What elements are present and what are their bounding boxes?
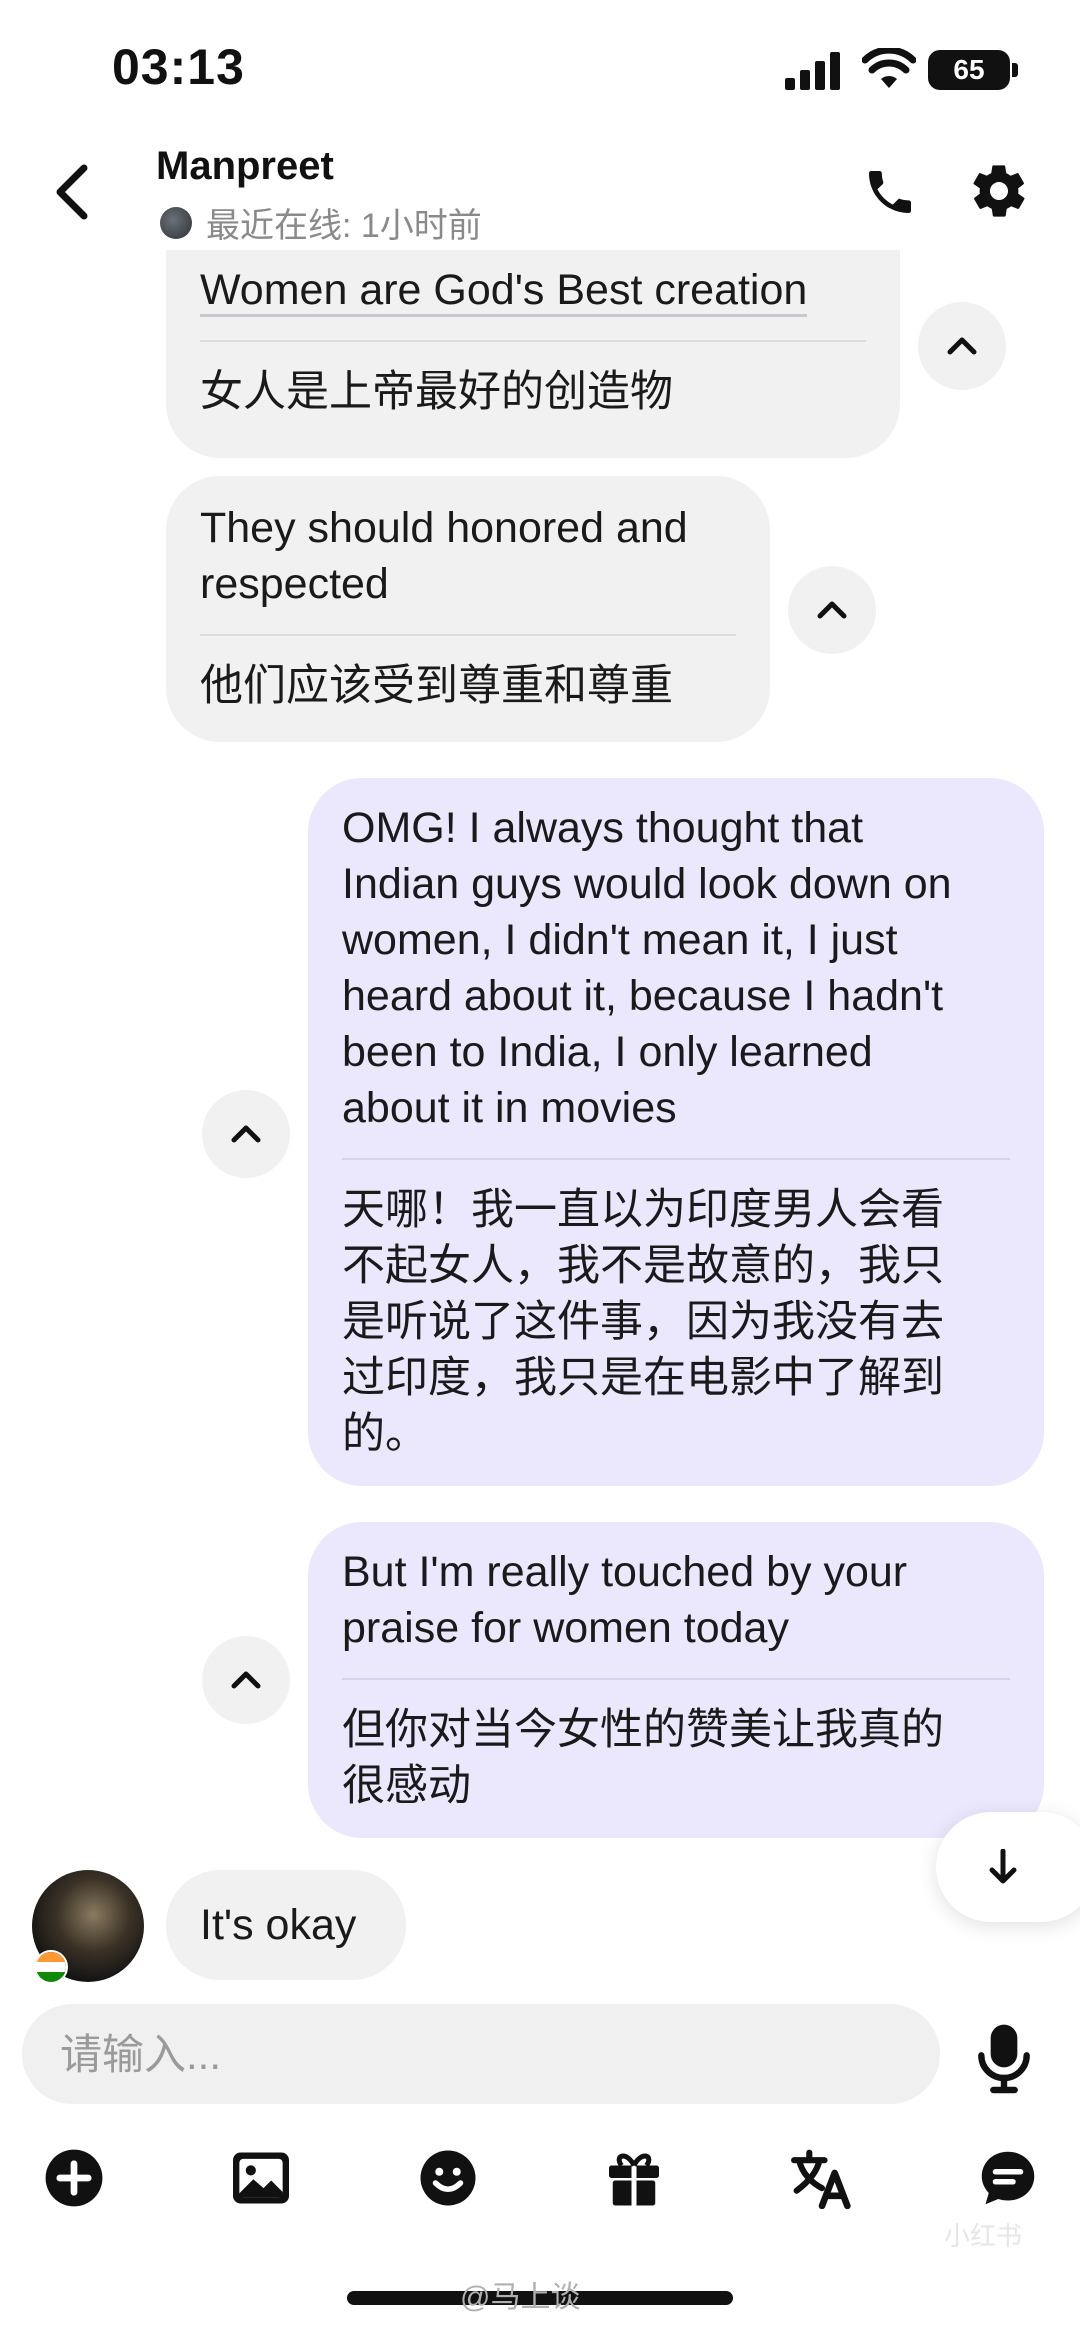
bottom-toolbar [0, 2138, 1080, 2228]
add-button[interactable] [34, 2138, 114, 2218]
cellular-signal-icon [785, 52, 840, 90]
message-line: 过印度，我只是在电影中了解到 [342, 1354, 944, 1402]
wifi-icon [862, 48, 916, 88]
collapse-translation-button[interactable] [788, 566, 876, 654]
translation-divider [342, 1678, 1010, 1680]
message-translation-text: 天哪！我一直以为印度男人会看 不起女人，我不是故意的，我只 是听说了这件事，因为… [342, 1182, 1010, 1462]
translate-button[interactable] [782, 2138, 862, 2218]
incoming-message[interactable]: Women are God's Best creation 女人是上帝最好的创造… [166, 250, 900, 458]
message-translation-text: 女人是上帝最好的创造物 [200, 368, 673, 416]
message-line: 很感动 [342, 1762, 471, 1810]
collapse-translation-button[interactable] [918, 302, 1006, 390]
message-composer [22, 2004, 940, 2106]
message-translation-text: 但你对当今女性的赞美让我真的 很感动 [342, 1702, 1010, 1814]
message-line: 但你对当今女性的赞美让我真的 [342, 1706, 944, 1754]
status-time: 03:13 [112, 39, 245, 95]
message-original-text: Women are God's Best creation [200, 262, 866, 318]
message-line: about it in movies [342, 1084, 677, 1132]
arrow-down-icon [989, 1849, 1017, 1884]
image-icon [233, 2152, 289, 2204]
message-line: praise for women today [342, 1604, 789, 1652]
message-line: But I'm really touched by your [342, 1548, 908, 1596]
microphone-icon[interactable] [972, 2022, 1036, 2094]
message-line: 不起女人，我不是故意的，我只 [342, 1242, 944, 1290]
status-bar: 03:13 65 [0, 0, 1080, 140]
collapse-translation-button[interactable] [202, 1090, 290, 1178]
chat-header: Manpreet 最近在线: 1小时前 [0, 140, 1080, 250]
message-line: women, I didn't mean it, I just [342, 916, 898, 964]
translation-divider [200, 634, 736, 636]
image-button[interactable] [221, 2138, 301, 2218]
watermark-small: 小红书 [944, 2221, 1023, 2251]
battery-indicator: 65 [928, 50, 1010, 90]
message-input[interactable] [58, 2004, 902, 2106]
presence-icon [160, 206, 192, 239]
battery-nub [1012, 63, 1018, 77]
message-line: 是听说了这件事，因为我没有去 [342, 1298, 944, 1346]
message-line: been to India, I only learned [342, 1028, 873, 1076]
translation-divider [200, 340, 866, 342]
message-line: 天哪！我一直以为印度男人会看 [342, 1186, 944, 1234]
phone-icon[interactable] [862, 164, 918, 220]
message-line: Indian guys would look down on [342, 860, 952, 908]
chat-button[interactable] [968, 2138, 1048, 2218]
emoji-icon [420, 2150, 476, 2206]
message-line: They should honored and [200, 504, 688, 552]
scroll-to-bottom-button[interactable] [936, 1812, 1080, 1922]
message-line: OMG! I always thought that [342, 804, 864, 852]
chevron-up-icon [817, 601, 847, 619]
chat-icon [981, 2151, 1035, 2205]
message-original-text: OMG! I always thought that Indian guys w… [342, 800, 1010, 1136]
back-chevron-icon[interactable] [52, 162, 92, 222]
add-icon [45, 2149, 103, 2207]
message-original-text: But I'm really touched by your praise fo… [342, 1544, 1010, 1656]
message-text: It's okay [200, 1901, 357, 1949]
settings-gear-icon[interactable] [968, 160, 1030, 222]
gift-button[interactable] [594, 2138, 674, 2218]
presence-status: 最近在线: 1小时前 [160, 198, 482, 247]
emoji-button[interactable] [408, 2138, 488, 2218]
outgoing-message[interactable]: OMG! I always thought that Indian guys w… [308, 778, 1044, 1486]
message-line: heard about it, because I hadn't [342, 972, 944, 1020]
message-line: respected [200, 560, 389, 608]
incoming-message[interactable]: They should honored and respected 他们应该受到… [166, 476, 770, 742]
message-original-text: They should honored and respected [200, 500, 736, 612]
chevron-up-icon [947, 337, 977, 355]
outgoing-message[interactable]: But I'm really touched by your praise fo… [308, 1522, 1044, 1838]
chevron-up-icon [231, 1125, 261, 1143]
presence-text: 最近在线: 1小时前 [206, 207, 482, 245]
translate-icon [791, 2149, 851, 2209]
india-flag-icon [34, 1950, 68, 1984]
collapse-translation-button[interactable] [202, 1636, 290, 1724]
message-translation-text: 他们应该受到尊重和尊重 [200, 662, 673, 710]
contact-name[interactable]: Manpreet [156, 144, 334, 189]
incoming-message[interactable]: It's okay [166, 1870, 406, 1980]
translation-divider [342, 1158, 1010, 1160]
watermark-text: @马上谈 [460, 2281, 581, 2314]
gift-icon [609, 2153, 659, 2206]
message-line: 的。 [342, 1410, 428, 1458]
chevron-up-icon [231, 1671, 261, 1689]
